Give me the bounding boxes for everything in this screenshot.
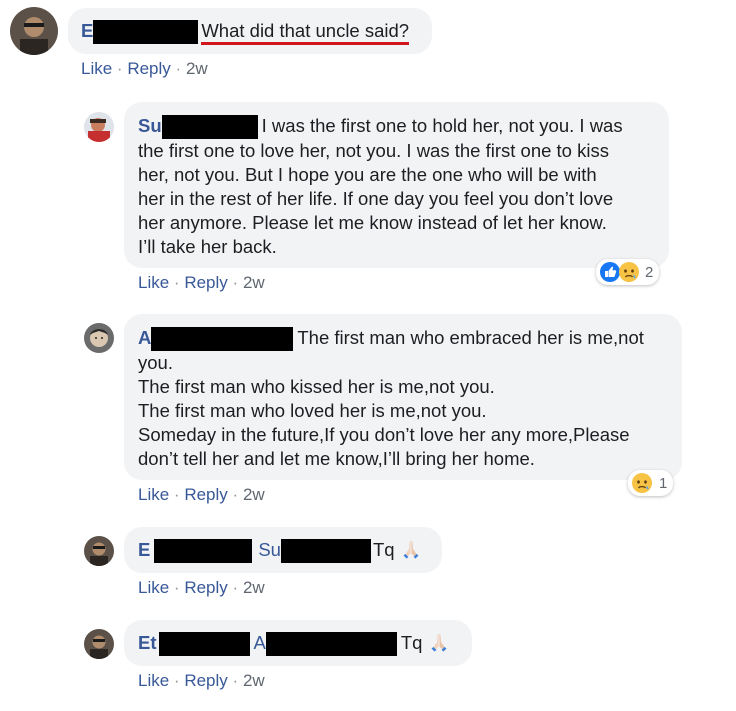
separator: · bbox=[116, 59, 123, 78]
comment-bubble: E Su Tq bbox=[124, 527, 442, 573]
avatar[interactable] bbox=[84, 323, 114, 353]
comment-text-line: her, not you. But I hope you are the one… bbox=[138, 164, 597, 186]
reaction-count: 2 bbox=[645, 263, 654, 281]
comment-actions: Like · Reply · 2w bbox=[138, 671, 265, 691]
comment-text: What did that uncle said? bbox=[201, 20, 410, 45]
avatar-photo-icon bbox=[10, 7, 58, 55]
comment-actions: Like · Reply · 2w bbox=[138, 273, 265, 293]
comment-text: Tq bbox=[400, 632, 423, 653]
redacted-name bbox=[151, 327, 294, 352]
avatar-photo-icon bbox=[84, 536, 114, 566]
avatar-photo-icon bbox=[84, 112, 114, 142]
comment-text-line: Someday in the future,If you don’t love … bbox=[138, 424, 630, 446]
comment-actions: Like · Reply · 2w bbox=[138, 485, 265, 505]
reaction-summary[interactable]: 1 bbox=[628, 470, 674, 496]
redacted-name bbox=[161, 115, 258, 140]
comment-bubble: E What did that uncle said? bbox=[68, 8, 432, 54]
redacted-name bbox=[93, 20, 199, 45]
reply-link[interactable]: Reply bbox=[184, 273, 227, 292]
separator: · bbox=[173, 273, 180, 292]
sad-icon bbox=[618, 261, 640, 283]
sad-icon bbox=[631, 472, 653, 494]
separator: · bbox=[232, 273, 239, 292]
avatar[interactable] bbox=[10, 7, 58, 55]
avatar-photo-icon bbox=[84, 323, 114, 353]
comment-bubble: A The first man who embraced her is me,no… bbox=[124, 314, 682, 480]
author-name[interactable]: A bbox=[138, 327, 151, 348]
separator: · bbox=[232, 485, 239, 504]
reply-link[interactable]: Reply bbox=[184, 485, 227, 504]
separator: · bbox=[175, 59, 182, 78]
comment-text-line: The first man who embraced her is me,not bbox=[297, 327, 644, 348]
comment-bubble: Su I was the first one to hold her, not y… bbox=[124, 102, 669, 268]
comment-actions: Like · Reply · 2w bbox=[81, 59, 208, 79]
author-name[interactable]: Su bbox=[138, 115, 162, 136]
reply-link[interactable]: Reply bbox=[184, 578, 227, 597]
avatar[interactable] bbox=[84, 536, 114, 566]
comment-text-line: don’t tell her and let me know,I’ll brin… bbox=[138, 448, 535, 470]
author-name[interactable]: Et bbox=[138, 632, 157, 653]
comment-text-line: The first man who kissed her is me,not y… bbox=[138, 376, 495, 398]
separator: · bbox=[173, 578, 180, 597]
mention-link[interactable]: A bbox=[254, 632, 266, 653]
praying-hands-icon bbox=[400, 538, 422, 560]
like-link[interactable]: Like bbox=[138, 671, 169, 690]
reply-link[interactable]: Reply bbox=[184, 671, 227, 690]
timestamp[interactable]: 2w bbox=[243, 671, 265, 690]
avatar[interactable] bbox=[84, 112, 114, 142]
comment-text-line: The first man who loved her is me,not yo… bbox=[138, 400, 487, 422]
separator: · bbox=[232, 671, 239, 690]
timestamp[interactable]: 2w bbox=[243, 273, 265, 292]
separator: · bbox=[173, 485, 180, 504]
reaction-count: 1 bbox=[659, 474, 668, 492]
redacted-name bbox=[154, 539, 253, 564]
timestamp[interactable]: 2w bbox=[243, 578, 265, 597]
comment-text-line: you. bbox=[138, 352, 173, 374]
comment-text-line: I’ll take her back. bbox=[138, 236, 277, 258]
timestamp[interactable]: 2w bbox=[186, 59, 208, 78]
separator: · bbox=[232, 578, 239, 597]
like-link[interactable]: Like bbox=[138, 485, 169, 504]
comment-text-line: her anymore. Please let me know instead … bbox=[138, 212, 607, 234]
comment-text-line: the first one to love her, not you. I wa… bbox=[138, 140, 609, 162]
mention-link[interactable]: Su bbox=[258, 539, 281, 560]
avatar-photo-icon bbox=[84, 629, 114, 659]
comment-text-line: I was the first one to hold her, not you… bbox=[261, 115, 623, 136]
comment-text: Tq bbox=[372, 539, 395, 560]
praying-hands-icon bbox=[428, 631, 450, 653]
redacted-mention bbox=[280, 539, 371, 564]
like-link[interactable]: Like bbox=[138, 578, 169, 597]
comment-actions: Like · Reply · 2w bbox=[138, 578, 265, 598]
author-name[interactable]: E bbox=[81, 20, 93, 41]
redacted-mention bbox=[265, 632, 397, 657]
like-link[interactable]: Like bbox=[138, 273, 169, 292]
avatar[interactable] bbox=[84, 629, 114, 659]
timestamp[interactable]: 2w bbox=[243, 485, 265, 504]
redacted-name bbox=[158, 632, 250, 657]
comment-text-line: her in the rest of her life. If one day … bbox=[138, 188, 614, 210]
author-name[interactable]: E bbox=[138, 539, 150, 560]
comment-bubble: Et A Tq bbox=[124, 620, 472, 666]
like-link[interactable]: Like bbox=[81, 59, 112, 78]
reply-link[interactable]: Reply bbox=[127, 59, 170, 78]
reaction-summary[interactable]: 2 bbox=[596, 259, 660, 285]
separator: · bbox=[173, 671, 180, 690]
